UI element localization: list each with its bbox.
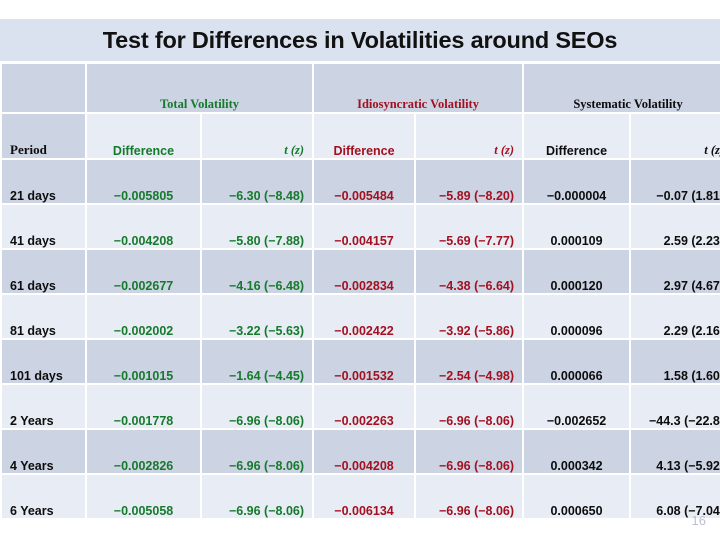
cell-idio-difference: −0.001532 <box>314 340 415 383</box>
cell-total-difference: −0.001778 <box>87 385 200 428</box>
table-row: 101 days −0.001015 −1.64 (−4.45) −0.0015… <box>2 340 720 383</box>
column-header-syst-t: t (z) <box>631 114 720 158</box>
table-group-header-row: Total Volatility Idiosyncratic Volatilit… <box>2 64 720 112</box>
cell-idio-t: −6.96 (−8.06) <box>416 475 523 518</box>
cell-idio-t: −6.96 (−8.06) <box>416 385 523 428</box>
cell-syst-t: 2.59 (2.23) <box>631 205 720 248</box>
cell-idio-difference: −0.006134 <box>314 475 415 518</box>
cell-total-t: −5.80 (−7.88) <box>202 205 313 248</box>
cell-idio-difference: −0.002834 <box>314 250 415 293</box>
table-row: 21 days −0.005805 −6.30 (−8.48) −0.00548… <box>2 160 720 203</box>
cell-total-t: −6.30 (−8.48) <box>202 160 313 203</box>
cell-syst-difference: 0.000650 <box>524 475 630 518</box>
table-row: 61 days −0.002677 −4.16 (−6.48) −0.00283… <box>2 250 720 293</box>
column-header-syst-difference: Difference <box>524 114 630 158</box>
cell-total-difference: −0.005058 <box>87 475 200 518</box>
cell-period: 101 days <box>2 340 85 383</box>
cell-total-difference: −0.004208 <box>87 205 200 248</box>
cell-syst-t: −44.3 (−22.8) <box>631 385 720 428</box>
table-row: 81 days −0.002002 −3.22 (−5.63) −0.00242… <box>2 295 720 338</box>
column-header-idio-difference: Difference <box>314 114 415 158</box>
page-title: Test for Differences in Volatilities aro… <box>102 26 618 53</box>
group-header-total-volatility: Total Volatility <box>87 64 313 112</box>
volatility-table: Total Volatility Idiosyncratic Volatilit… <box>0 62 720 520</box>
cell-idio-difference: −0.004157 <box>314 205 415 248</box>
cell-total-difference: −0.002002 <box>87 295 200 338</box>
cell-total-difference: −0.002826 <box>87 430 200 473</box>
cell-syst-difference: 0.000342 <box>524 430 630 473</box>
table-sub-header-row: Period Difference t (z) Difference t (z)… <box>2 114 720 158</box>
page-number: 16 <box>691 513 706 528</box>
cell-syst-difference: 0.000120 <box>524 250 630 293</box>
slide: Test for Differences in Volatilities aro… <box>0 0 720 540</box>
cell-total-t: −6.96 (−8.06) <box>202 385 313 428</box>
cell-syst-t: −0.07 (1.81) <box>631 160 720 203</box>
group-header-systematic-volatility: Systematic Volatility <box>524 64 720 112</box>
cell-period: 6 Years <box>2 475 85 518</box>
cell-syst-t: 2.29 (2.16) <box>631 295 720 338</box>
cell-idio-difference: −0.004208 <box>314 430 415 473</box>
cell-period: 2 Years <box>2 385 85 428</box>
cell-period: 61 days <box>2 250 85 293</box>
cell-syst-t: 6.08 (−7.04) <box>631 475 720 518</box>
volatility-table-container: Total Volatility Idiosyncratic Volatilit… <box>0 62 720 520</box>
cell-idio-t: −5.69 (−7.77) <box>416 205 523 248</box>
cell-idio-t: −6.96 (−8.06) <box>416 430 523 473</box>
cell-period: 41 days <box>2 205 85 248</box>
cell-period: 81 days <box>2 295 85 338</box>
cell-syst-difference: 0.000096 <box>524 295 630 338</box>
column-header-total-difference: Difference <box>87 114 200 158</box>
table-row: 4 Years −0.002826 −6.96 (−8.06) −0.00420… <box>2 430 720 473</box>
table-row: 6 Years −0.005058 −6.96 (−8.06) −0.00613… <box>2 475 720 518</box>
cell-period: 4 Years <box>2 430 85 473</box>
cell-total-difference: −0.001015 <box>87 340 200 383</box>
cell-total-t: −3.22 (−5.63) <box>202 295 313 338</box>
cell-idio-t: −2.54 (−4.98) <box>416 340 523 383</box>
cell-syst-t: 2.97 (4.67) <box>631 250 720 293</box>
cell-syst-difference: −0.000004 <box>524 160 630 203</box>
table-row: 2 Years −0.001778 −6.96 (−8.06) −0.00226… <box>2 385 720 428</box>
column-header-total-t: t (z) <box>202 114 313 158</box>
cell-idio-difference: −0.002422 <box>314 295 415 338</box>
table-row: 41 days −0.004208 −5.80 (−7.88) −0.00415… <box>2 205 720 248</box>
cell-total-difference: −0.005805 <box>87 160 200 203</box>
cell-syst-difference: −0.002652 <box>524 385 630 428</box>
column-header-period: Period <box>2 114 85 158</box>
cell-idio-t: −4.38 (−6.64) <box>416 250 523 293</box>
cell-syst-difference: 0.000109 <box>524 205 630 248</box>
cell-idio-difference: −0.002263 <box>314 385 415 428</box>
column-header-idio-t: t (z) <box>416 114 523 158</box>
cell-idio-t: −5.89 (−8.20) <box>416 160 523 203</box>
cell-idio-difference: −0.005484 <box>314 160 415 203</box>
cell-period: 21 days <box>2 160 85 203</box>
cell-total-t: −4.16 (−6.48) <box>202 250 313 293</box>
slide-title-banner: Test for Differences in Volatilities aro… <box>0 19 720 61</box>
group-header-blank <box>2 64 85 112</box>
cell-total-t: −1.64 (−4.45) <box>202 340 313 383</box>
cell-syst-t: 1.58 (1.60) <box>631 340 720 383</box>
cell-total-t: −6.96 (−8.06) <box>202 430 313 473</box>
cell-syst-t: 4.13 (−5.92) <box>631 430 720 473</box>
cell-total-t: −6.96 (−8.06) <box>202 475 313 518</box>
cell-idio-t: −3.92 (−5.86) <box>416 295 523 338</box>
cell-syst-difference: 0.000066 <box>524 340 630 383</box>
cell-total-difference: −0.002677 <box>87 250 200 293</box>
group-header-idiosyncratic-volatility: Idiosyncratic Volatility <box>314 64 523 112</box>
